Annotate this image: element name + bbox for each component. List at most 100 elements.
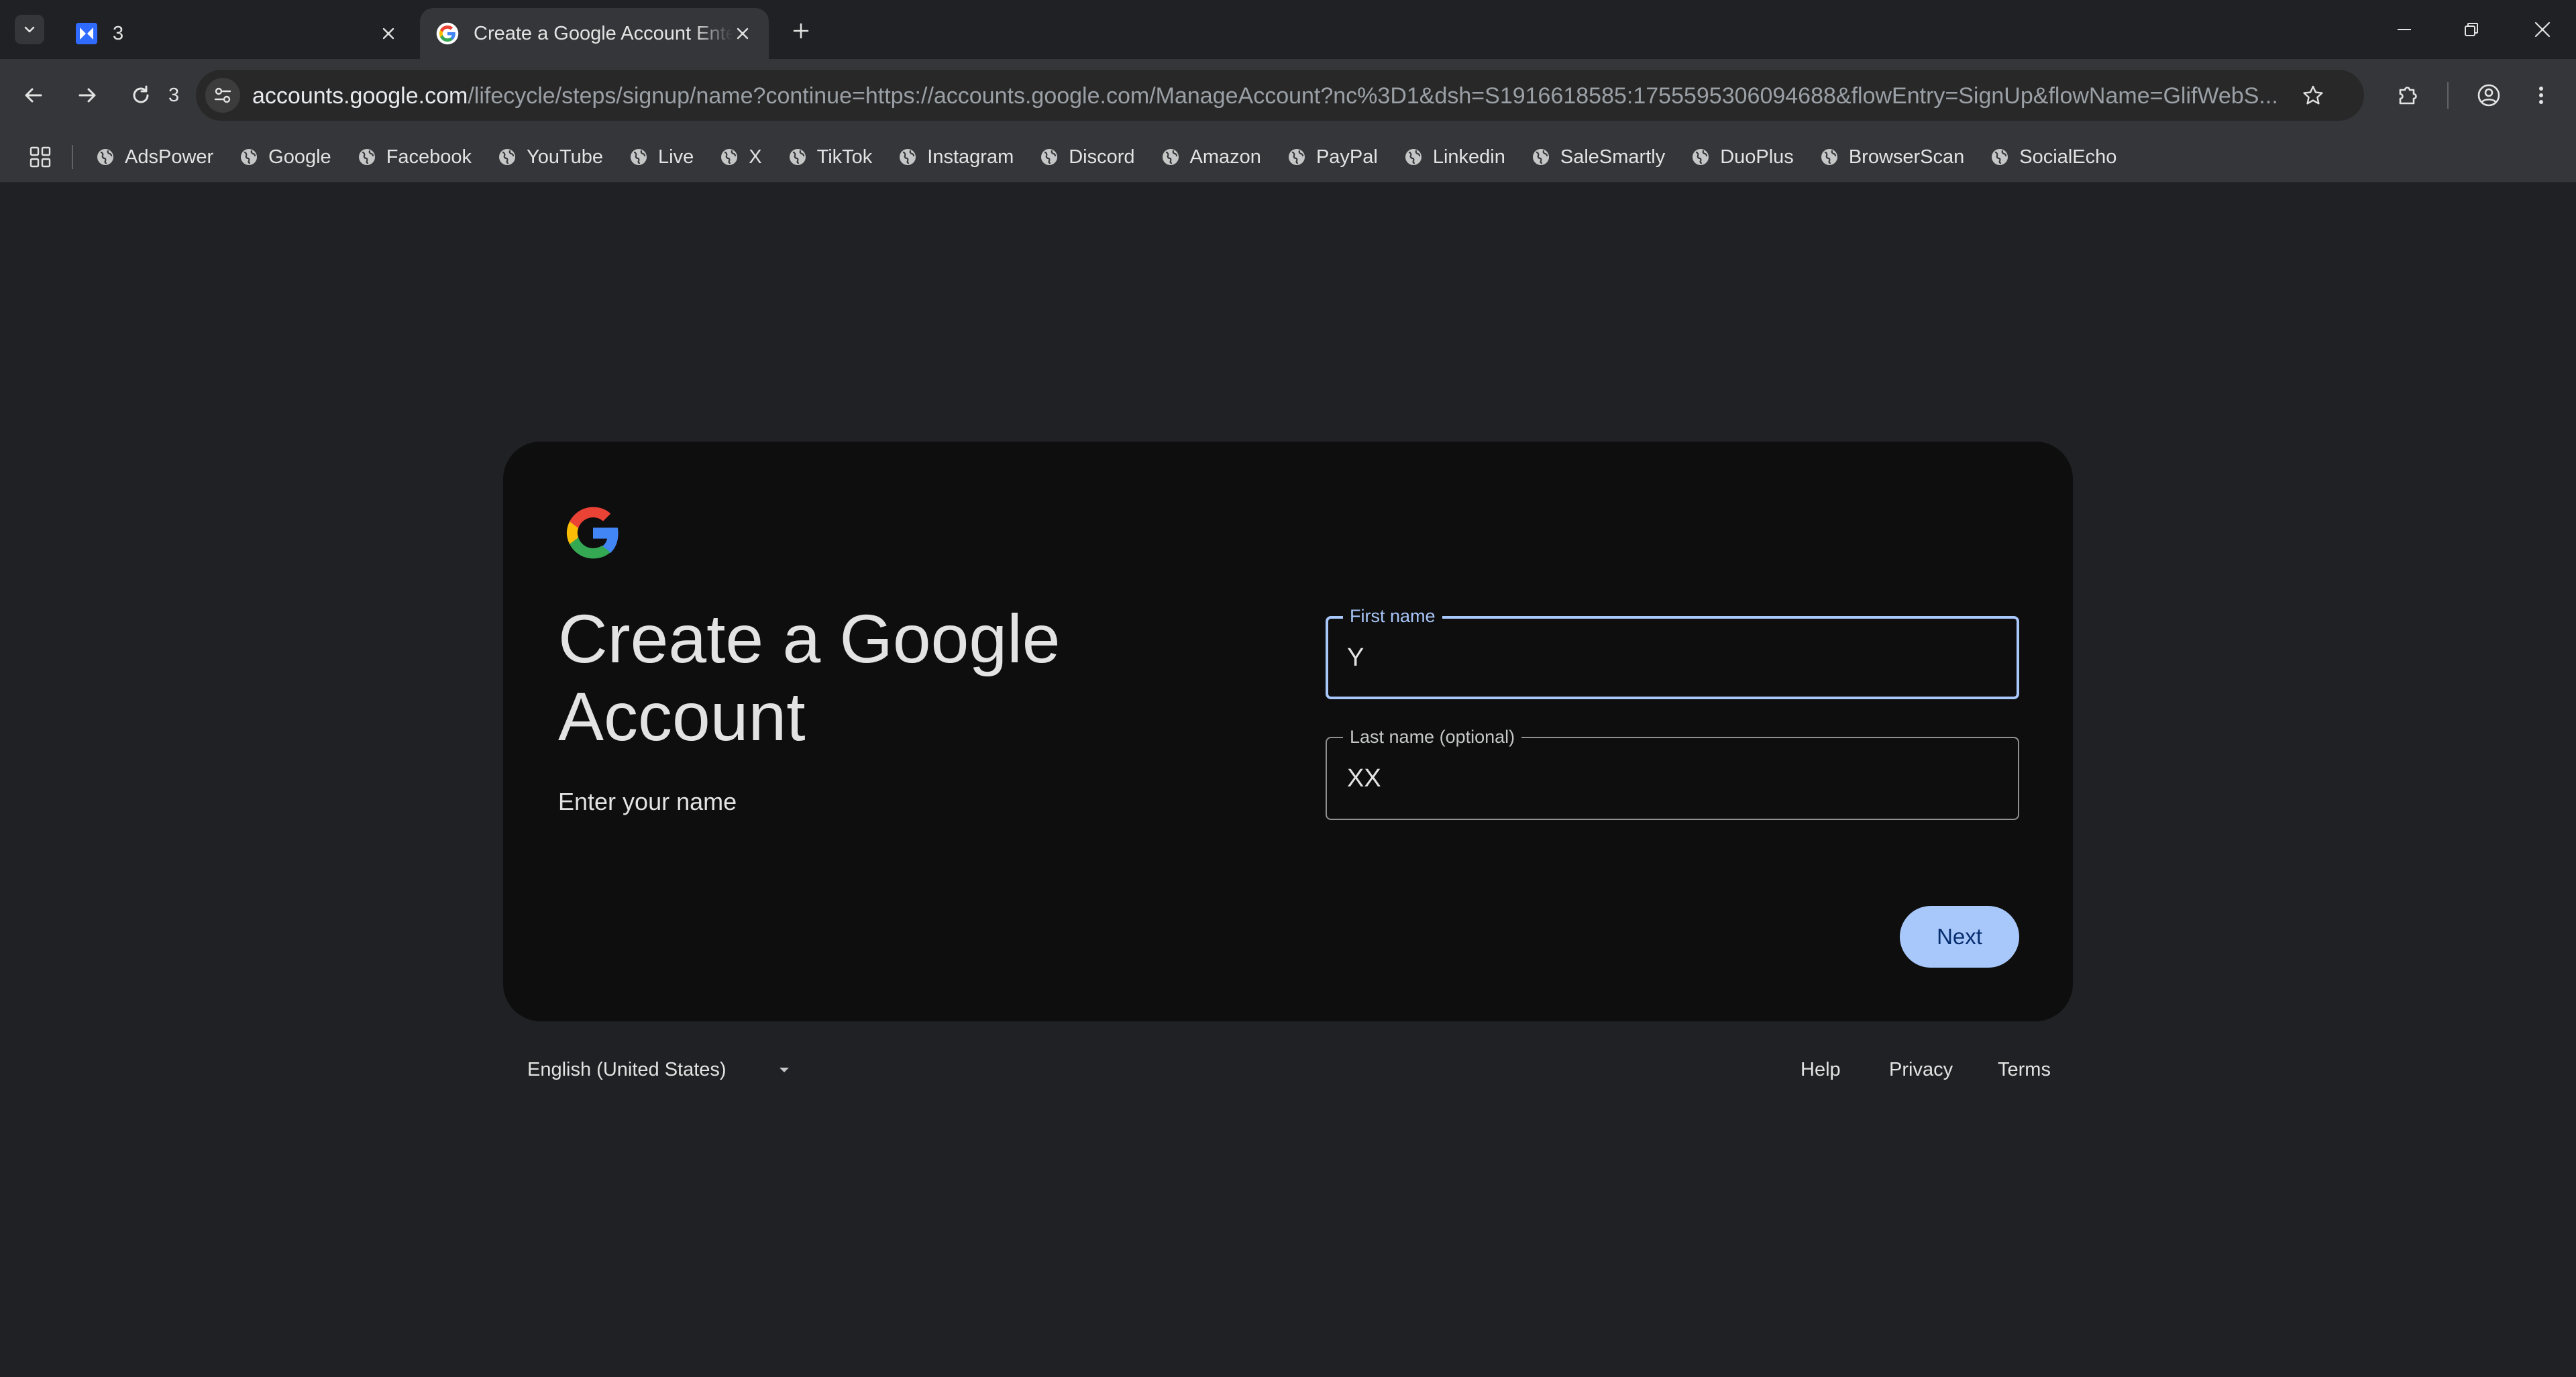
tab-google-signup[interactable]: Create a Google Account Enter your name <box>420 8 769 59</box>
bookmark-label: AdsPower <box>125 146 214 168</box>
globe-icon <box>1693 149 1709 165</box>
plus-icon <box>793 23 809 39</box>
privacy-link[interactable]: Privacy <box>1889 1056 1953 1083</box>
bookmark-item[interactable]: Instagram <box>898 138 1026 176</box>
menu-button[interactable] <box>2524 78 2559 113</box>
arrow-right-icon <box>78 88 96 103</box>
bookmark-label: Linkedin <box>1432 146 1505 168</box>
close-tab-icon[interactable] <box>378 23 398 44</box>
globe-icon <box>1405 149 1421 165</box>
bookmark-item[interactable]: SocialEcho <box>1990 138 2129 176</box>
adspower-favicon-icon <box>76 23 97 44</box>
bookmark-item[interactable]: YouTube <box>497 138 615 176</box>
puzzle-icon <box>2399 87 2417 105</box>
language-selector[interactable]: English (United States) <box>527 1056 791 1083</box>
bookmarks-divider <box>72 145 73 169</box>
bookmark-item[interactable]: PayPal <box>1287 138 1390 176</box>
signup-card: Create a Google Account Enter your name … <box>503 442 2073 1021</box>
extensions-button[interactable] <box>2391 78 2426 113</box>
apps-grid-icon <box>30 146 51 168</box>
back-button[interactable] <box>16 78 51 113</box>
globe-icon <box>900 149 916 165</box>
bookmark-item[interactable]: Google <box>239 138 343 176</box>
bookmark-label: Live <box>658 146 694 168</box>
profile-button[interactable] <box>2471 78 2506 113</box>
bookmark-label: Facebook <box>386 146 472 168</box>
bookmark-label: Amazon <box>1189 146 1261 168</box>
tune-icon <box>214 87 231 103</box>
address-bar[interactable]: accounts.google.com/lifecycle/steps/sign… <box>196 70 2364 121</box>
globe-icon <box>1288 149 1305 165</box>
bookmark-item[interactable]: BrowserScan <box>1819 138 1976 176</box>
page-title: Create a Google Account <box>558 601 1061 755</box>
new-tab-button[interactable] <box>786 16 816 46</box>
url-text[interactable]: accounts.google.com/lifecycle/steps/sign… <box>252 83 2292 109</box>
bookmark-item[interactable]: Amazon <box>1161 138 1273 176</box>
tab-adspower[interactable]: 3 <box>59 8 415 59</box>
bookmark-item[interactable]: AdsPower <box>95 138 225 176</box>
bookmark-label: DuoPlus <box>1720 146 1794 168</box>
bookmark-label: TikTok <box>816 146 873 168</box>
browser-toolbar: 3 accounts.google.com/lifecycle/steps/si… <box>0 59 2576 132</box>
bookmark-item[interactable]: DuoPlus <box>1690 138 1806 176</box>
globe-icon <box>1992 149 2008 165</box>
arrow-left-icon <box>25 88 42 103</box>
site-info-button[interactable] <box>205 78 240 113</box>
reload-button[interactable] <box>123 78 158 113</box>
close-window-button[interactable] <box>2524 13 2561 46</box>
caret-down-icon <box>779 1068 789 1072</box>
bookmark-item[interactable]: Linkedin <box>1403 138 1517 176</box>
account-circle-icon <box>2477 84 2500 107</box>
minimize-icon <box>2398 29 2411 30</box>
first-name-input[interactable] <box>1347 619 1991 697</box>
bookmark-label: X <box>749 146 762 168</box>
globe-icon <box>358 149 375 165</box>
globe-icon <box>631 149 647 165</box>
globe-icon <box>1532 149 1549 165</box>
google-favicon-icon <box>436 22 459 45</box>
globe-icon <box>97 149 113 165</box>
bookmark-label: Discord <box>1069 146 1135 168</box>
terms-link[interactable]: Terms <box>1998 1056 2051 1083</box>
restore-button[interactable] <box>2453 13 2490 46</box>
bookmark-label: SaleSmartly <box>1560 146 1666 168</box>
forward-button[interactable] <box>70 78 105 113</box>
tab-strip: 3 Create a Google Account Enter your nam… <box>0 0 2576 59</box>
page-subtitle: Enter your name <box>558 788 737 815</box>
bookmark-item[interactable]: Facebook <box>357 138 484 176</box>
chevron-down-icon <box>24 26 35 33</box>
apps-button[interactable] <box>24 141 56 173</box>
globe-icon <box>241 149 258 165</box>
last-name-field[interactable]: Last name (optional) <box>1326 726 2019 820</box>
tab-title: Create a Google Account Enter your name <box>474 22 733 44</box>
globe-icon <box>1041 149 1058 165</box>
bookmark-item[interactable]: TikTok <box>788 138 885 176</box>
bookmark-item[interactable]: Live <box>629 138 706 176</box>
globe-icon <box>1162 149 1179 165</box>
close-tab-icon[interactable] <box>733 23 753 44</box>
tab-search-button[interactable] <box>15 15 44 44</box>
bookmarks-bar: AdsPower Google Facebook YouTube Live X TikTok… <box>0 132 2576 183</box>
globe-icon <box>789 149 806 165</box>
bookmark-item[interactable]: SaleSmartly <box>1531 138 1677 176</box>
tab-title: 3 <box>113 22 124 44</box>
globe-icon <box>721 149 738 165</box>
help-link[interactable]: Help <box>1801 1056 1841 1083</box>
footer-links: Help Privacy Terms <box>1744 1056 2053 1083</box>
bookmark-label: BrowserScan <box>1848 146 1965 168</box>
globe-icon <box>1821 149 1837 165</box>
last-name-input[interactable] <box>1347 738 1991 819</box>
star-icon <box>2303 85 2323 105</box>
globe-icon <box>499 149 516 165</box>
bookmark-label: YouTube <box>527 146 604 168</box>
close-icon <box>2534 21 2551 38</box>
bookmark-item[interactable]: Discord <box>1039 138 1146 176</box>
reload-icon <box>133 85 149 103</box>
next-button[interactable]: Next <box>1900 906 2019 968</box>
bookmark-item[interactable]: X <box>719 138 773 176</box>
bookmark-label: SocialEcho <box>2019 146 2117 168</box>
bookmarks-list: AdsPower Google Facebook YouTube Live X TikTok… <box>95 132 2142 183</box>
first-name-field[interactable]: First name <box>1326 605 2019 699</box>
bookmark-star-button[interactable] <box>2296 78 2330 113</box>
minimize-button[interactable] <box>2385 13 2423 46</box>
